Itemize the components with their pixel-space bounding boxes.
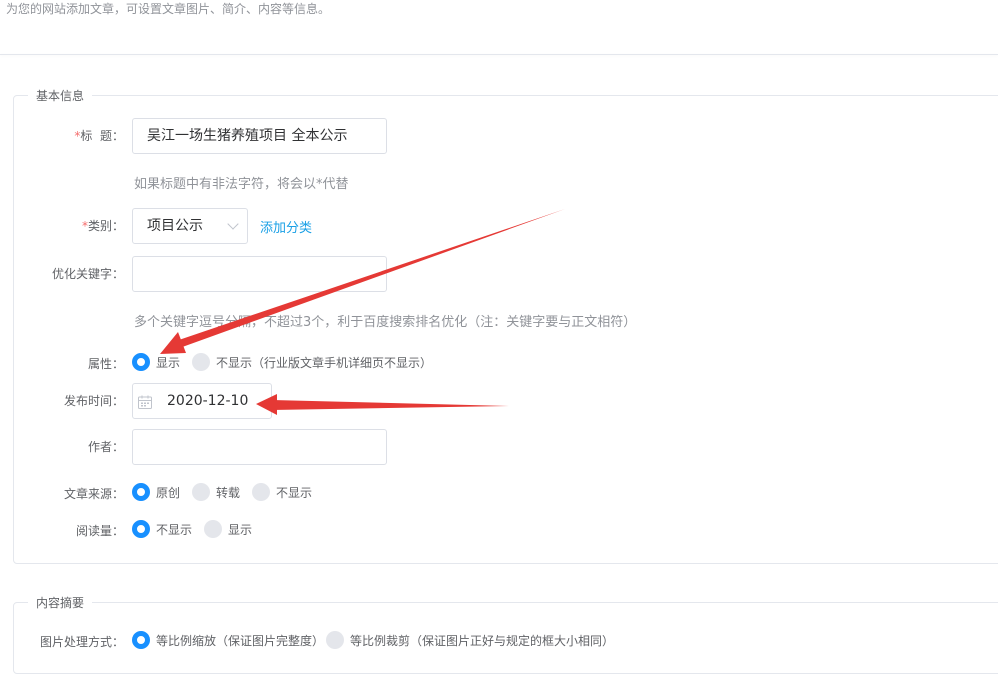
red-arrow-annotation-date <box>256 394 510 415</box>
annotation-arrows <box>160 209 565 415</box>
red-arrow-annotation-attribute <box>160 209 565 354</box>
